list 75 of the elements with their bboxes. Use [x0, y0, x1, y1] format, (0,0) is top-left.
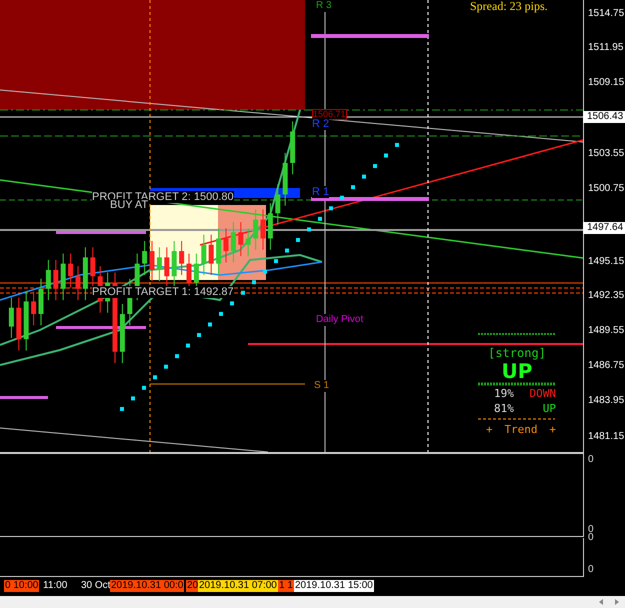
- candlestick: [150, 240, 154, 282]
- candlestick: [16, 297, 22, 352]
- subwindow-axis-label: 0: [587, 532, 595, 544]
- candlestick: [156, 246, 162, 282]
- candlestick: [164, 246, 170, 288]
- chart-label: R 3: [316, 0, 332, 12]
- down-label: DOWN: [530, 386, 556, 401]
- candlestick: [38, 278, 44, 326]
- candlestick: [260, 209, 266, 250]
- trend-direction: UP: [502, 360, 532, 382]
- candlestick: [8, 297, 14, 338]
- time-axis-label: 1 1: [278, 580, 294, 592]
- trend-footer-text: +: [486, 422, 493, 437]
- candlestick: [253, 209, 258, 250]
- trend-footer-text: +: [549, 422, 556, 437]
- chart-label: 1506.71: [312, 109, 347, 120]
- pivot-bar: [0, 396, 48, 399]
- scroll-right-icon[interactable]: [615, 599, 619, 605]
- candlestick: [208, 234, 214, 276]
- subwindow-axis-label: 0: [587, 454, 595, 466]
- candlestick: [120, 303, 125, 364]
- trend-footer-text: Trend: [504, 422, 538, 437]
- candlestick: [68, 253, 74, 288]
- candlestick: [31, 290, 36, 326]
- subwindow-axis-label: 0: [587, 564, 595, 576]
- price-axis-label: 1503.55: [587, 148, 625, 160]
- time-axis-label: 0 10:00: [4, 580, 40, 592]
- candlestick: [224, 228, 228, 263]
- price-axis-label: 1495.15: [587, 256, 625, 268]
- candlestick: [53, 259, 58, 301]
- trend-strength: [strong]: [488, 346, 546, 360]
- candlestick: [246, 228, 251, 257]
- candlestick: [46, 259, 51, 301]
- candlestick: [76, 266, 80, 301]
- candlestick: [238, 222, 244, 257]
- price-axis-label: 1492.35: [587, 290, 625, 302]
- candlestick: [82, 246, 88, 301]
- price-axis-label: 1489.55: [587, 325, 625, 337]
- time-axis-label: 20: [186, 580, 200, 592]
- price-axis-label: 1509.15: [587, 77, 625, 89]
- up-label: UP: [542, 401, 556, 416]
- candlestick: [290, 120, 296, 175]
- price-axis-label: 1514.75: [587, 8, 625, 20]
- candlestick: [201, 234, 206, 276]
- candlestick: [60, 253, 66, 301]
- chart-label: S 1: [314, 380, 330, 392]
- horizontal-scrollbar[interactable]: [0, 596, 625, 608]
- chart-label: R 1: [312, 186, 330, 198]
- price-axis-label: 1506.43: [583, 111, 625, 123]
- price-axis-label: 1511.95: [587, 42, 624, 54]
- chart-label: PROFIT TARGET 1: 1492.87: [92, 286, 234, 298]
- candlestick: [275, 184, 280, 226]
- candlestick: [179, 240, 184, 276]
- price-axis-label: 1483.95: [587, 395, 625, 407]
- chart-label: Daily Pivot: [316, 314, 364, 326]
- candlestick: [172, 240, 177, 288]
- down-percent: 19%: [494, 386, 514, 401]
- time-axis-label: 2019.10.31 07:00: [198, 580, 278, 592]
- candlestick: [282, 152, 288, 206]
- candlestick: [142, 240, 148, 276]
- price-axis-label: 1500.75: [587, 183, 625, 195]
- up-percent: 81%: [494, 401, 514, 416]
- price-axis-label: 1486.75: [587, 360, 625, 372]
- candlestick: [230, 222, 236, 263]
- price-axis-label: 1497.64: [583, 222, 625, 234]
- candlestick: [268, 202, 273, 250]
- time-axis-label: 2019.10.31 00:0: [110, 580, 184, 592]
- price-axis-label: 1481.15: [587, 431, 625, 443]
- scroll-left-icon[interactable]: [599, 599, 603, 605]
- candlestick: [216, 228, 222, 276]
- time-axis-label: 2019.10.31 15:00: [294, 580, 374, 592]
- chart-label: Spread: 23 pips.: [470, 0, 548, 12]
- candlestick: [24, 290, 29, 352]
- candlestick: [90, 246, 96, 288]
- chart-label: R 2: [312, 118, 330, 130]
